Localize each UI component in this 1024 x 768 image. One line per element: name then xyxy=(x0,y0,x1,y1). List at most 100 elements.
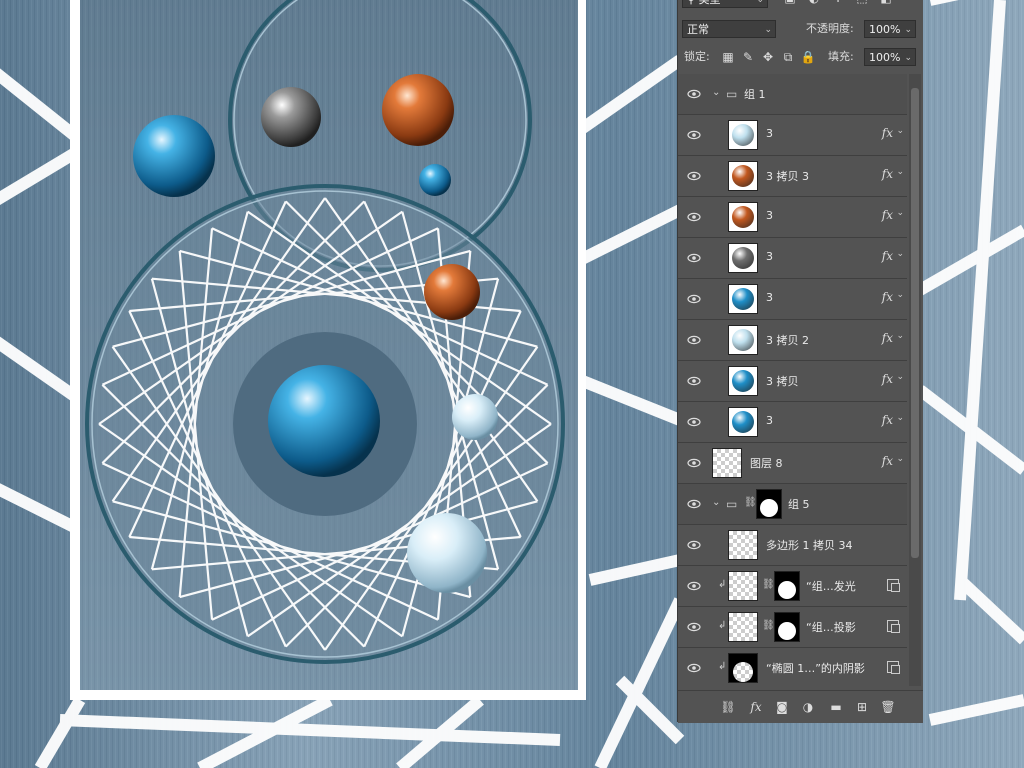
chevron-down-icon[interactable]: ⌄ xyxy=(896,331,904,341)
eye-icon[interactable] xyxy=(687,374,701,388)
layer-thumbnail[interactable] xyxy=(728,530,758,560)
layer-mask-thumbnail[interactable] xyxy=(774,612,800,642)
layer-thumbnail[interactable] xyxy=(712,448,742,478)
layer-row[interactable]: ⌄ ▭ 组 1 xyxy=(678,74,907,115)
layer-thumbnail[interactable] xyxy=(728,407,758,437)
eye-icon[interactable] xyxy=(687,87,701,101)
link-icon[interactable]: ⛓ xyxy=(720,699,736,715)
eye-icon[interactable] xyxy=(687,579,701,593)
eye-icon[interactable] xyxy=(687,128,701,142)
pixel-filter-icon[interactable]: ▣ xyxy=(782,0,798,6)
eye-icon[interactable] xyxy=(687,620,701,634)
layer-thumbnail[interactable] xyxy=(728,202,758,232)
fx-icon[interactable]: fx xyxy=(882,290,893,304)
layer-row[interactable]: 3 拷贝 3 fx ⌄ xyxy=(678,156,907,197)
layer-thumbnail[interactable] xyxy=(728,653,758,683)
expand-chevron-icon[interactable]: ⌄ xyxy=(712,87,720,98)
lock-paint-icon[interactable]: ✎ xyxy=(740,49,756,65)
layer-name: 3 拷贝 xyxy=(766,375,799,388)
layers-scrollbar[interactable] xyxy=(909,74,921,686)
layer-thumbnail[interactable] xyxy=(728,612,758,642)
layer-thumbnail[interactable] xyxy=(728,120,758,150)
chevron-down-icon[interactable]: ⌄ xyxy=(896,167,904,177)
layer-name: “组…发光 xyxy=(806,580,856,593)
lock-position-icon[interactable]: ✥ xyxy=(760,49,776,65)
opacity-field[interactable]: 100% ⌄ xyxy=(864,20,916,38)
chevron-down-icon: ⌄ xyxy=(764,25,772,35)
layer-row[interactable]: ⌄ ▭ ⛓ 组 5 xyxy=(678,484,907,525)
layer-row[interactable]: 3 fx ⌄ xyxy=(678,279,907,320)
fx-icon[interactable]: fx xyxy=(882,208,893,222)
layer-row[interactable]: 多边形 1 拷贝 34 xyxy=(678,525,907,566)
fx-icon[interactable]: fx xyxy=(882,249,893,263)
eye-icon[interactable] xyxy=(687,456,701,470)
adjustment-icon[interactable]: ◑ xyxy=(800,699,816,715)
layer-thumbnail[interactable] xyxy=(728,366,758,396)
link-icon[interactable]: ⛓ xyxy=(762,579,775,590)
layer-thumbnail[interactable] xyxy=(728,571,758,601)
chevron-down-icon[interactable]: ⌄ xyxy=(896,290,904,300)
smart-filter-icon[interactable] xyxy=(887,579,900,592)
layer-row[interactable]: ↲ ⛓ “组…发光 xyxy=(678,566,907,607)
chevron-down-icon[interactable]: ⌄ xyxy=(896,454,904,464)
eye-icon[interactable] xyxy=(687,538,701,552)
smart-filter-icon[interactable] xyxy=(887,620,900,633)
chevron-down-icon[interactable]: ⌄ xyxy=(896,413,904,423)
layer-row[interactable]: 3 拷贝 fx ⌄ xyxy=(678,361,907,402)
filter-kind-select[interactable]: ⚲ 类型 ⌄ xyxy=(682,0,768,8)
layer-row[interactable]: 3 fx ⌄ xyxy=(678,197,907,238)
eye-icon[interactable] xyxy=(687,210,701,224)
eye-icon[interactable] xyxy=(687,415,701,429)
shape-filter-icon[interactable]: ⬚ xyxy=(854,0,870,6)
layer-row[interactable]: 3 fx ⌄ xyxy=(678,238,907,279)
layer-row[interactable]: ↲ ⛓ “组…投影 xyxy=(678,607,907,648)
layer-thumbnail[interactable] xyxy=(728,325,758,355)
mask-icon[interactable]: ◙ xyxy=(774,699,790,715)
trash-icon[interactable]: 🗑 xyxy=(880,699,896,715)
layer-mask-thumbnail[interactable] xyxy=(774,571,800,601)
layer-row[interactable]: 3 拷贝 2 fx ⌄ xyxy=(678,320,907,361)
fx-icon[interactable]: fx xyxy=(748,699,764,715)
chevron-down-icon[interactable]: ⌄ xyxy=(896,249,904,259)
eye-icon[interactable] xyxy=(687,169,701,183)
expand-chevron-icon[interactable]: ⌄ xyxy=(712,497,720,508)
smart-object-filter-icon[interactable]: ◧ xyxy=(878,0,894,6)
lock-all-icon[interactable]: 🔒 xyxy=(800,49,816,65)
chevron-down-icon[interactable]: ⌄ xyxy=(896,372,904,382)
layer-row[interactable]: 3 fx ⌄ xyxy=(678,402,907,443)
eye-icon[interactable] xyxy=(687,292,701,306)
fx-icon[interactable]: fx xyxy=(882,126,893,140)
blend-mode-select[interactable]: 正常 ⌄ xyxy=(682,20,776,38)
eye-icon[interactable] xyxy=(687,661,701,675)
lock-artboard-icon[interactable]: ⧉ xyxy=(780,49,796,65)
chevron-down-icon[interactable]: ⌄ xyxy=(896,126,904,136)
link-icon[interactable]: ⛓ xyxy=(744,497,757,508)
type-filter-icon[interactable]: T xyxy=(830,0,846,6)
fx-icon[interactable]: fx xyxy=(882,372,893,386)
layer-mask-thumbnail[interactable] xyxy=(756,489,782,519)
new-group-icon[interactable]: ▬ xyxy=(828,699,844,715)
lock-transparent-icon[interactable]: ▦ xyxy=(720,49,736,65)
fx-icon[interactable]: fx xyxy=(882,454,893,468)
layer-thumbnail[interactable] xyxy=(728,243,758,273)
eye-icon[interactable] xyxy=(687,251,701,265)
chevron-down-icon[interactable]: ⌄ xyxy=(896,208,904,218)
link-icon[interactable]: ⛓ xyxy=(762,620,775,631)
fx-icon[interactable]: fx xyxy=(882,413,893,427)
layer-thumbnail[interactable] xyxy=(728,284,758,314)
eye-icon[interactable] xyxy=(687,497,701,511)
fill-field[interactable]: 100% ⌄ xyxy=(864,48,916,66)
layer-row[interactable]: 图层 8 fx ⌄ xyxy=(678,443,907,484)
fx-icon[interactable]: fx xyxy=(882,331,893,345)
fill-value: 100% xyxy=(869,51,901,64)
new-layer-icon[interactable]: ⊞ xyxy=(854,699,870,715)
folder-icon: ▭ xyxy=(726,87,738,101)
layer-thumbnail[interactable] xyxy=(728,161,758,191)
layer-row[interactable]: ↲ “椭圆 1…”的内阴影 xyxy=(678,648,907,686)
scrollbar-thumb[interactable] xyxy=(911,88,919,558)
layer-row[interactable]: 3 fx ⌄ xyxy=(678,115,907,156)
fx-icon[interactable]: fx xyxy=(882,167,893,181)
smart-filter-icon[interactable] xyxy=(887,661,900,674)
eye-icon[interactable] xyxy=(687,333,701,347)
adjustment-filter-icon[interactable]: ◐ xyxy=(806,0,822,6)
